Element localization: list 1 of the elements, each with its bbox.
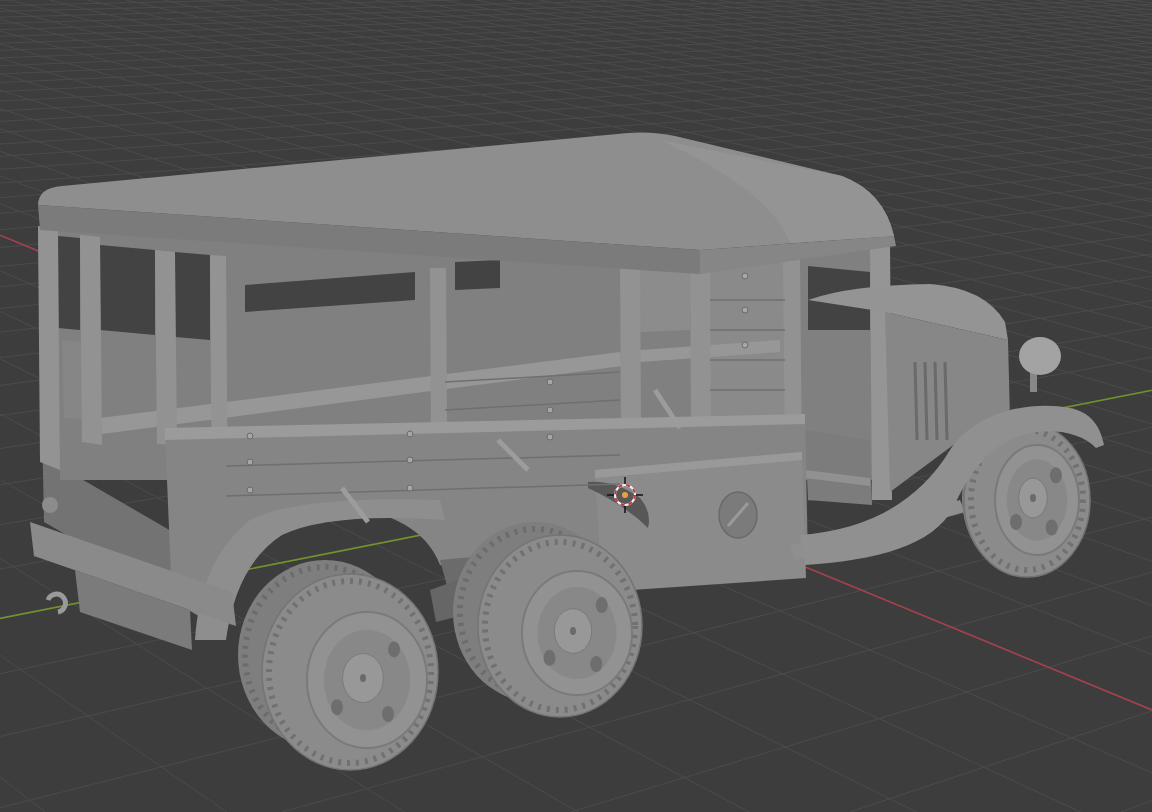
- crosshair-icon: [606, 476, 644, 514]
